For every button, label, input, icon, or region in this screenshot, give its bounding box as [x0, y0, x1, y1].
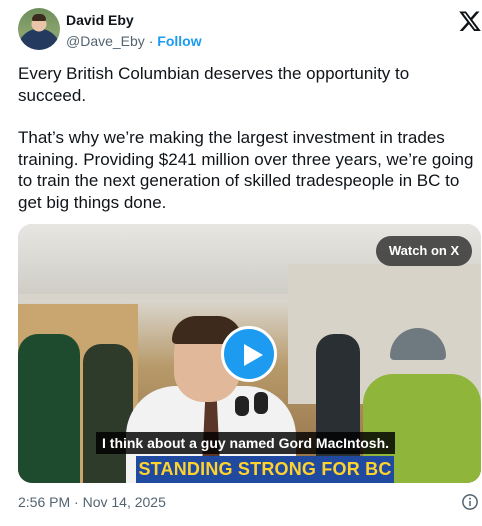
video-caption: I think about a guy named Gord MacIntosh… [96, 432, 396, 454]
author-name[interactable]: David Eby [66, 12, 134, 28]
avatar-hair [32, 14, 46, 21]
tweet-card: David Eby @Dave_Eby · Follow Every Briti… [0, 0, 482, 526]
play-icon [244, 344, 263, 366]
microphone [254, 392, 268, 414]
video-banner: STANDING STRONG FOR BC [136, 456, 394, 483]
post-timestamp[interactable]: 2:56 PM · Nov 14, 2025 [18, 494, 166, 510]
watch-on-x-button[interactable]: Watch on X [376, 236, 472, 266]
info-icon[interactable] [461, 493, 479, 511]
separator-dot: · [148, 33, 154, 49]
post-paragraph: That’s why we’re making the largest inve… [18, 128, 474, 212]
video-worker [18, 334, 80, 483]
microphone [235, 396, 249, 416]
author-handle[interactable]: @Dave_Eby [66, 33, 145, 49]
video-player[interactable]: Watch on X I think about a guy named Gor… [18, 224, 481, 483]
avatar[interactable] [18, 8, 60, 50]
post-text: Every British Columbian deserves the opp… [18, 63, 478, 234]
author-handle-row: @Dave_Eby · Follow [66, 33, 202, 49]
play-button[interactable] [221, 326, 277, 382]
follow-button[interactable]: Follow [157, 33, 201, 49]
x-logo-icon[interactable] [458, 9, 482, 33]
post-paragraph: Every British Columbian deserves the opp… [18, 64, 410, 105]
